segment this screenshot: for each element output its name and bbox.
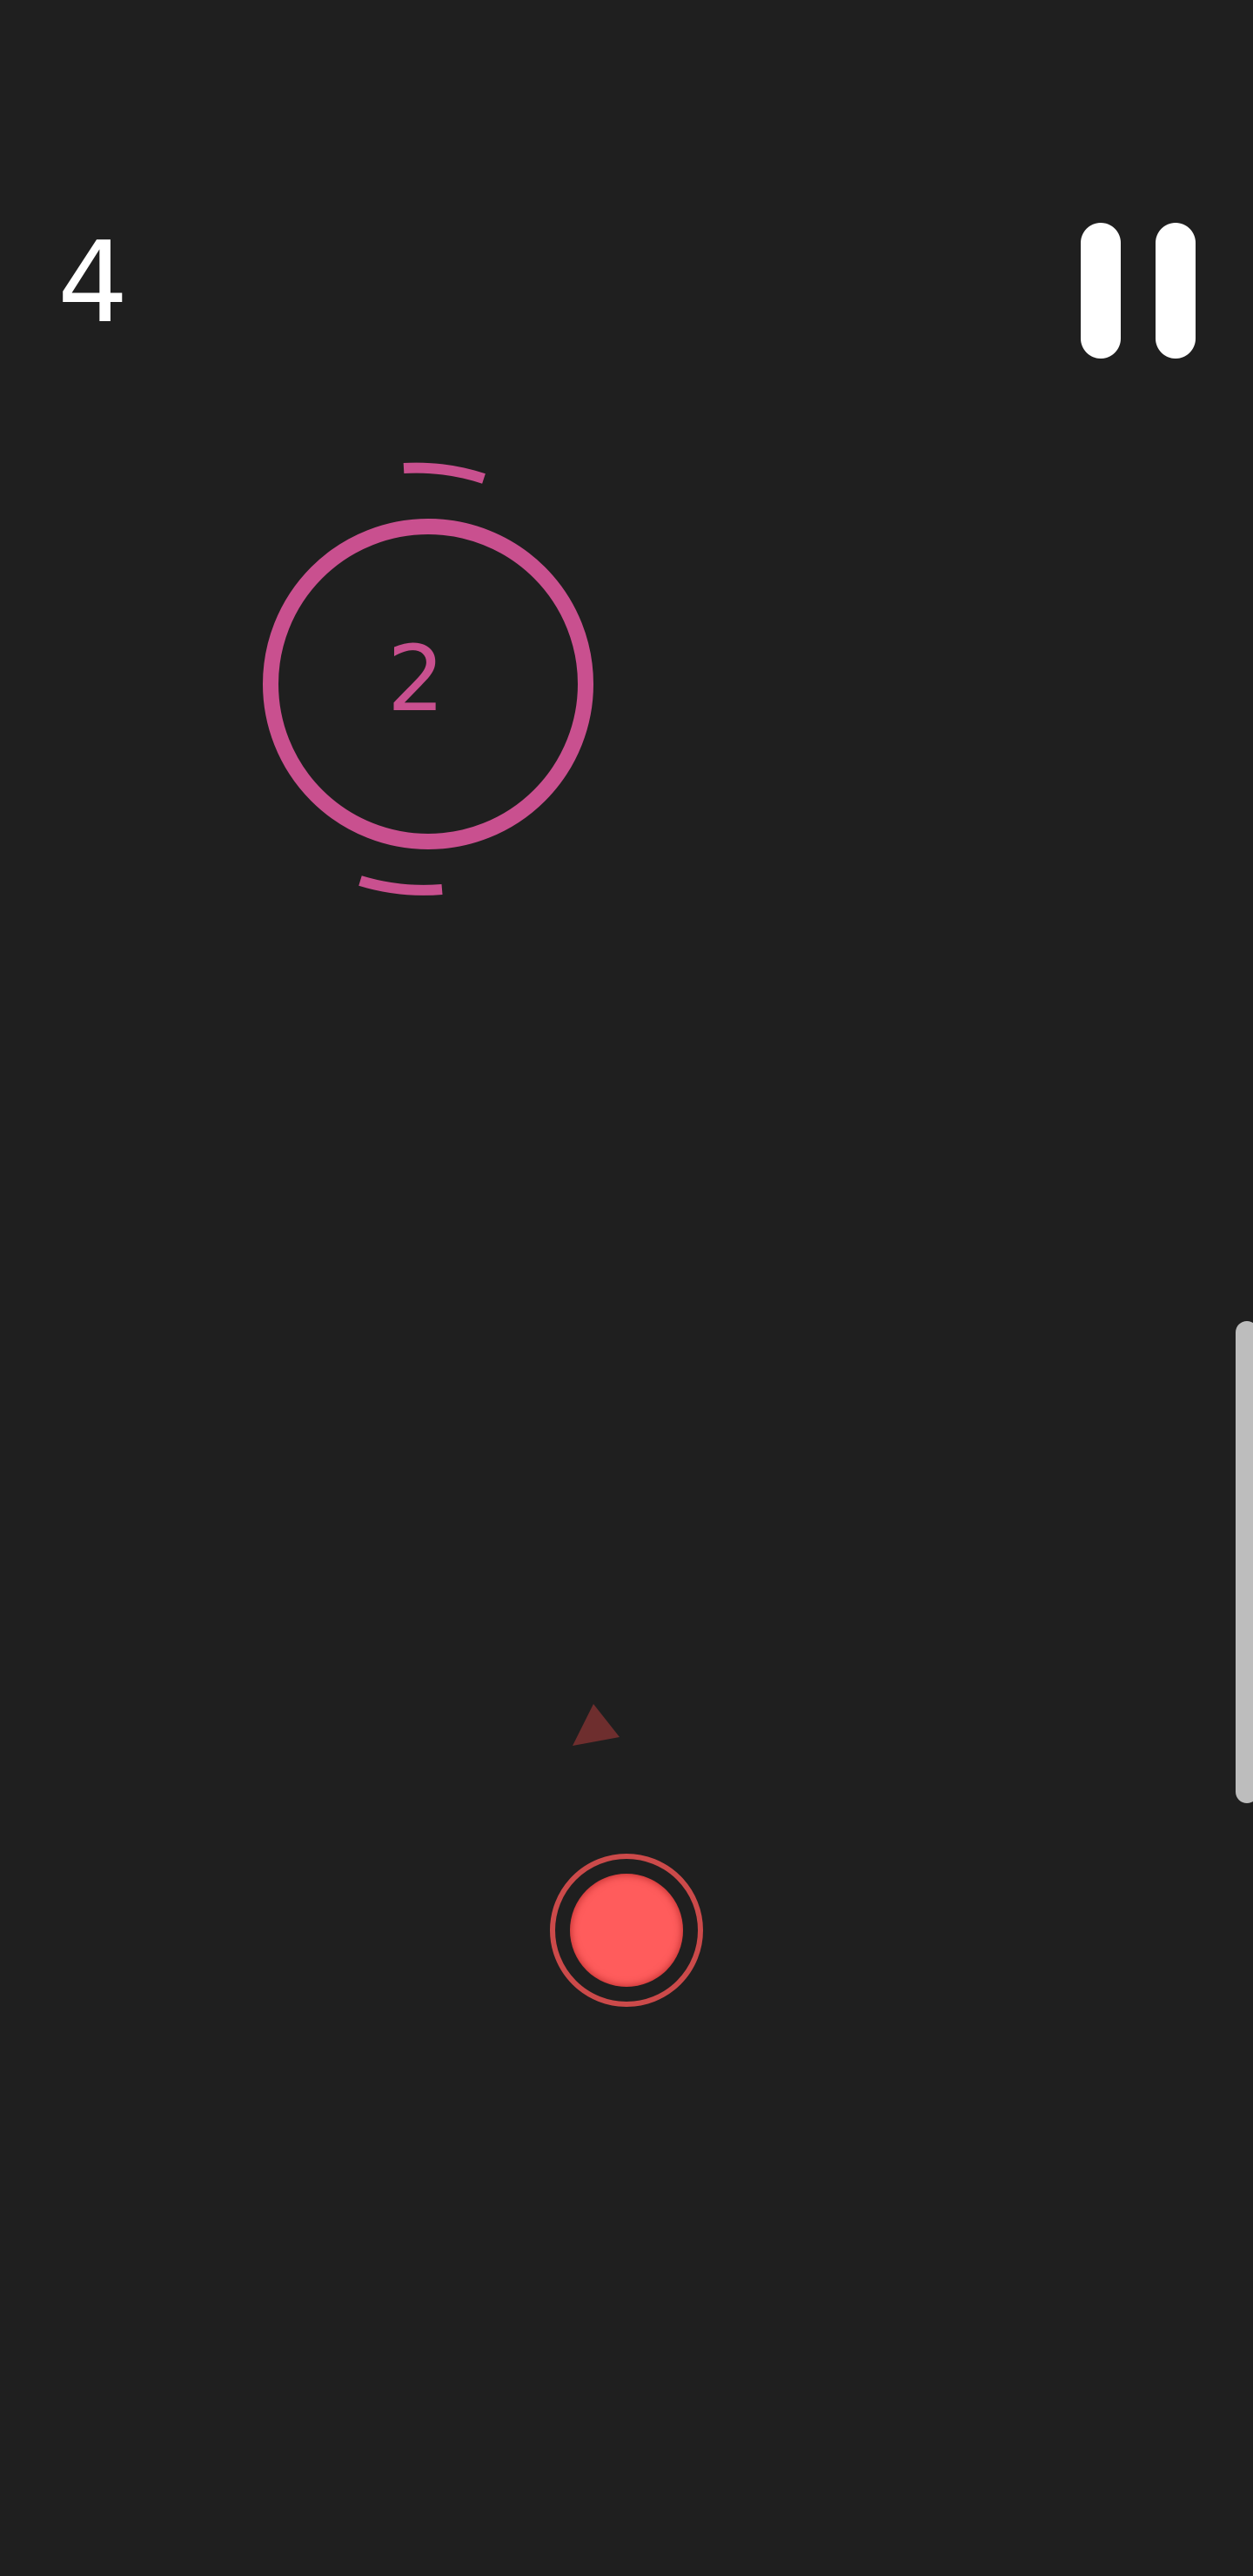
pause-button[interactable] bbox=[1077, 223, 1196, 360]
orbit-arc-top bbox=[403, 462, 486, 484]
score-counter: 4 bbox=[57, 218, 129, 348]
pause-icon-bar-left bbox=[1081, 223, 1121, 359]
scroll-handle[interactable] bbox=[1236, 1321, 1253, 1803]
orbit-arc-bottom bbox=[358, 875, 443, 896]
target-orbit-arcs bbox=[358, 462, 620, 1746]
player-ball[interactable] bbox=[550, 1854, 703, 2007]
game-screen[interactable]: 4 2 bbox=[0, 0, 1253, 2576]
target-circle: 2 bbox=[258, 513, 593, 849]
pause-icon-bar-right bbox=[1156, 223, 1196, 359]
player-core bbox=[570, 1874, 683, 1987]
target-number: 2 bbox=[386, 626, 446, 732]
aim-indicator-arrow bbox=[573, 1704, 620, 1746]
